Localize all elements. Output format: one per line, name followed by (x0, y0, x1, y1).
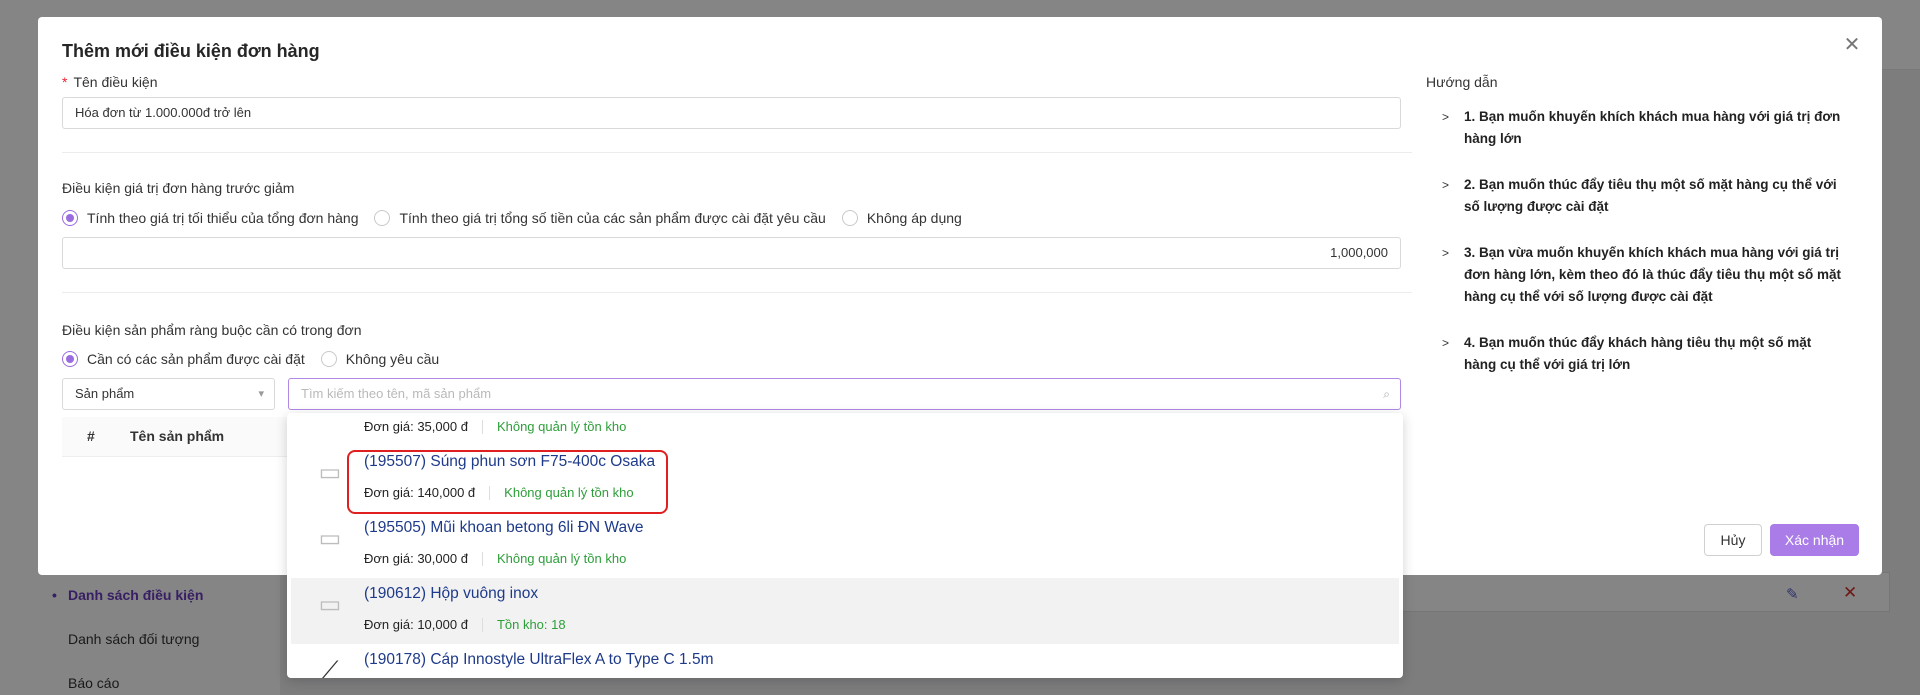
radio-min-total[interactable]: Tính theo giá trị tối thiểu của tổng đơn… (62, 210, 358, 226)
cancel-button[interactable]: Hủy (1704, 524, 1762, 556)
col-product-name: Tên sản phẩm (130, 428, 225, 444)
list-item[interactable]: ▭ (195505) Mũi khoan betong 6li ĐN Wave … (291, 512, 1399, 578)
divider (62, 292, 1412, 293)
condition-name-label: Tên điều kiện (62, 74, 157, 90)
guide-item[interactable]: >3. Bạn vừa muốn khuyến khích khách mua … (1442, 242, 1842, 308)
product-name: (190612) Hộp vuông inox (364, 585, 539, 602)
cable-icon: ⟋ (321, 657, 339, 679)
radio-product-total[interactable]: Tính theo giá trị tổng số tiền của các s… (374, 210, 826, 226)
order-value-radio-group: Tính theo giá trị tối thiểu của tổng đơn… (62, 210, 978, 226)
divider (62, 152, 1412, 153)
list-item[interactable]: ▭ (190612) Hộp vuông inox Đơn giá: 10,00… (291, 578, 1399, 644)
condition-name-input[interactable]: Hóa đơn từ 1.000.000đ trở lên (62, 97, 1401, 129)
product-thumbnail-icon: ▭ (318, 591, 342, 618)
product-name: (190178) Cáp Innostyle UltraFlex A to Ty… (364, 651, 714, 668)
list-item[interactable]: Đơn giá: 35,000 đ Không quản lý tồn kho (291, 413, 1399, 446)
chevron-right-icon: > (1442, 246, 1450, 260)
close-icon[interactable]: ✕ (1842, 35, 1862, 55)
product-meta: Đơn giá: 30,000 đ Không quản lý tồn kho (364, 551, 627, 566)
product-dropdown: Đơn giá: 35,000 đ Không quản lý tồn kho … (287, 413, 1403, 678)
order-value-section-label: Điều kiện giá trị đơn hàng trước giảm (62, 180, 295, 196)
list-item[interactable]: ⟋ (190178) Cáp Innostyle UltraFlex A to … (291, 644, 1399, 678)
amount-input[interactable]: 1,000,000 (62, 237, 1401, 269)
product-section-label: Điều kiện sản phẩm ràng buộc cần có tron… (62, 322, 362, 338)
col-index: # (87, 428, 95, 444)
chevron-right-icon: > (1442, 336, 1450, 350)
modal-title: Thêm mới điều kiện đơn hàng (62, 41, 320, 61)
radio-no-requirement[interactable]: Không yêu cầu (320, 351, 439, 367)
product-name: (195507) Súng phun sơn F75-400c Osaka (364, 453, 656, 470)
radio-not-apply[interactable]: Không áp dụng (841, 210, 962, 226)
chevron-right-icon: > (1442, 178, 1450, 192)
guide-item[interactable]: >4. Bạn muốn thúc đẩy khách hàng tiêu th… (1442, 332, 1842, 376)
product-thumbnail-icon: ▭ (318, 459, 342, 486)
product-meta: Đơn giá: 35,000 đ Không quản lý tồn kho (364, 419, 627, 434)
radio-require-products[interactable]: Cần có các sản phẩm được cài đặt (62, 351, 305, 367)
product-type-select[interactable]: Sản phẩm ▾ (62, 378, 275, 410)
product-search-input[interactable]: Tìm kiếm theo tên, mã sản phẩm ⌕ (288, 378, 1401, 410)
chevron-right-icon: > (1442, 110, 1450, 124)
guide-item[interactable]: >1. Bạn muốn khuyến khích khách mua hàng… (1442, 106, 1842, 150)
product-radio-group: Cần có các sản phẩm được cài đặt Không y… (62, 351, 455, 367)
product-meta: Đơn giá: 140,000 đ Không quản lý tồn kho (364, 485, 634, 500)
product-table-header: # Tên sản phẩm (62, 417, 292, 457)
search-icon: ⌕ (1383, 387, 1390, 401)
confirm-button[interactable]: Xác nhận (1770, 524, 1859, 556)
list-item[interactable]: ▭ (195507) Súng phun sơn F75-400c Osaka … (291, 446, 1399, 512)
product-thumbnail-icon: ▭ (318, 525, 342, 552)
chevron-down-icon: ▾ (258, 388, 264, 400)
guide-title: Hướng dẫn (1426, 74, 1498, 90)
product-meta: Đơn giá: 10,000 đ Tồn kho: 18 (364, 617, 566, 632)
product-name: (195505) Mũi khoan betong 6li ĐN Wave (364, 519, 644, 536)
guide-item[interactable]: >2. Bạn muốn thúc đẩy tiêu thụ một số mặ… (1442, 174, 1842, 218)
